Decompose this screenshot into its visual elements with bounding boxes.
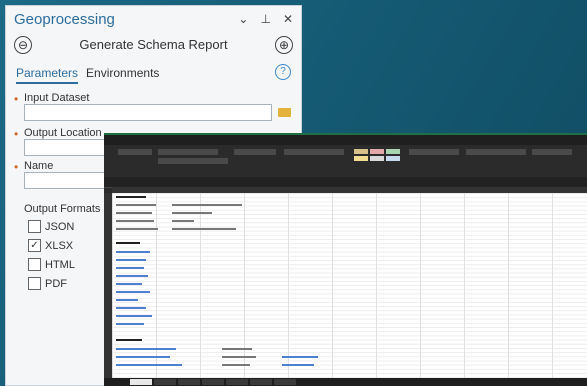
field-link[interactable]	[116, 356, 170, 358]
pane-controls: ⌄ ⊥ ✕	[238, 12, 293, 26]
sheet-tab[interactable]	[274, 379, 296, 385]
html-checkbox[interactable]	[28, 258, 41, 271]
output-location-label: Output Location	[24, 127, 102, 139]
worksheet-grid[interactable]	[112, 193, 587, 378]
field-link[interactable]	[116, 364, 182, 366]
json-label: JSON	[45, 220, 75, 233]
cell-style-swatch[interactable]	[354, 149, 368, 154]
table-link[interactable]	[116, 275, 148, 277]
sheet-tab[interactable]	[202, 379, 224, 385]
report-section-heading	[116, 196, 146, 198]
format-pdf-option[interactable]: PDF	[28, 277, 67, 290]
tab-parameters[interactable]: Parameters	[16, 66, 79, 84]
sheet-tab[interactable]	[178, 379, 200, 385]
cell-style-swatch[interactable]	[370, 149, 384, 154]
cell-text	[116, 220, 154, 222]
cell-style-swatch[interactable]	[386, 156, 400, 161]
xlsx-label: XLSX	[45, 239, 74, 252]
cell-text	[172, 220, 194, 222]
table-link[interactable]	[116, 307, 146, 309]
required-marker: •	[14, 92, 19, 106]
sheet-tabs	[104, 378, 587, 386]
required-marker: •	[14, 127, 19, 141]
cell-style-swatch[interactable]	[386, 149, 400, 154]
help-icon[interactable]: ?	[275, 64, 291, 80]
cell-text	[222, 348, 252, 350]
tool-tabs: Parameters Environments	[16, 66, 159, 84]
tool-header: ⊖ Generate Schema Report ⊕	[6, 36, 301, 62]
cell-text	[116, 212, 152, 214]
name-label: Name	[24, 160, 54, 172]
sheet-tab[interactable]	[130, 379, 152, 385]
tool-title: Generate Schema Report	[79, 37, 228, 52]
pane-title: Geoprocessing	[14, 11, 115, 28]
row-headers	[104, 193, 112, 378]
table-link[interactable]	[116, 283, 142, 285]
format-json-option[interactable]: JSON	[28, 220, 74, 233]
html-label: HTML	[45, 258, 75, 271]
cell-text	[222, 364, 250, 366]
ribbon-group[interactable]	[158, 149, 218, 155]
tab-environments[interactable]: Environments	[86, 66, 159, 84]
sheet-tab[interactable]	[154, 379, 176, 385]
ribbon-group[interactable]	[158, 158, 228, 164]
cell-style-swatch[interactable]	[354, 156, 368, 161]
format-html-option[interactable]: HTML	[28, 258, 75, 271]
cell-text	[172, 204, 242, 206]
ribbon-group[interactable]	[284, 149, 344, 155]
input-dataset-field[interactable]	[24, 104, 272, 121]
ribbon-group[interactable]	[409, 149, 459, 155]
xlsx-checkbox[interactable]: ✓	[28, 239, 41, 252]
browse-folder-icon[interactable]	[278, 108, 291, 117]
pin-icon[interactable]: ⊥	[260, 12, 270, 26]
cell-text	[172, 212, 212, 214]
table-link[interactable]	[116, 315, 152, 317]
table-link[interactable]	[116, 323, 144, 325]
excel-menu-bar	[104, 135, 587, 145]
pdf-label: PDF	[45, 277, 67, 290]
add-icon[interactable]: ⊕	[275, 36, 293, 54]
table-link[interactable]	[116, 299, 138, 301]
ribbon-group[interactable]	[234, 149, 276, 155]
ribbon-group[interactable]	[532, 149, 572, 155]
cell-text	[116, 228, 158, 230]
json-checkbox[interactable]	[28, 220, 41, 233]
table-link[interactable]	[116, 291, 150, 293]
required-marker: •	[14, 160, 19, 174]
close-icon[interactable]: ✕	[283, 12, 293, 26]
pane-options-icon[interactable]: ⌄	[238, 12, 248, 26]
report-section-heading	[116, 339, 142, 341]
excel-ribbon	[104, 145, 587, 178]
table-link[interactable]	[116, 259, 146, 261]
domain-link[interactable]	[282, 364, 314, 366]
sheet-tab[interactable]	[250, 379, 272, 385]
cell-text	[116, 204, 156, 206]
sheet-tab[interactable]	[226, 379, 248, 385]
report-section-heading	[116, 242, 140, 244]
cell-text	[222, 356, 256, 358]
cell-text	[172, 228, 236, 230]
domain-link[interactable]	[282, 356, 318, 358]
table-link[interactable]	[116, 251, 150, 253]
excel-window	[104, 133, 587, 386]
field-link[interactable]	[116, 348, 176, 350]
ribbon-group[interactable]	[466, 149, 526, 155]
cell-style-swatch[interactable]	[370, 156, 384, 161]
pdf-checkbox[interactable]	[28, 277, 41, 290]
ribbon-group[interactable]	[118, 149, 152, 155]
table-link[interactable]	[116, 267, 144, 269]
input-dataset-label: Input Dataset	[24, 92, 90, 104]
output-formats-label: Output Formats	[24, 203, 101, 215]
format-xlsx-option[interactable]: ✓ XLSX	[28, 239, 73, 252]
